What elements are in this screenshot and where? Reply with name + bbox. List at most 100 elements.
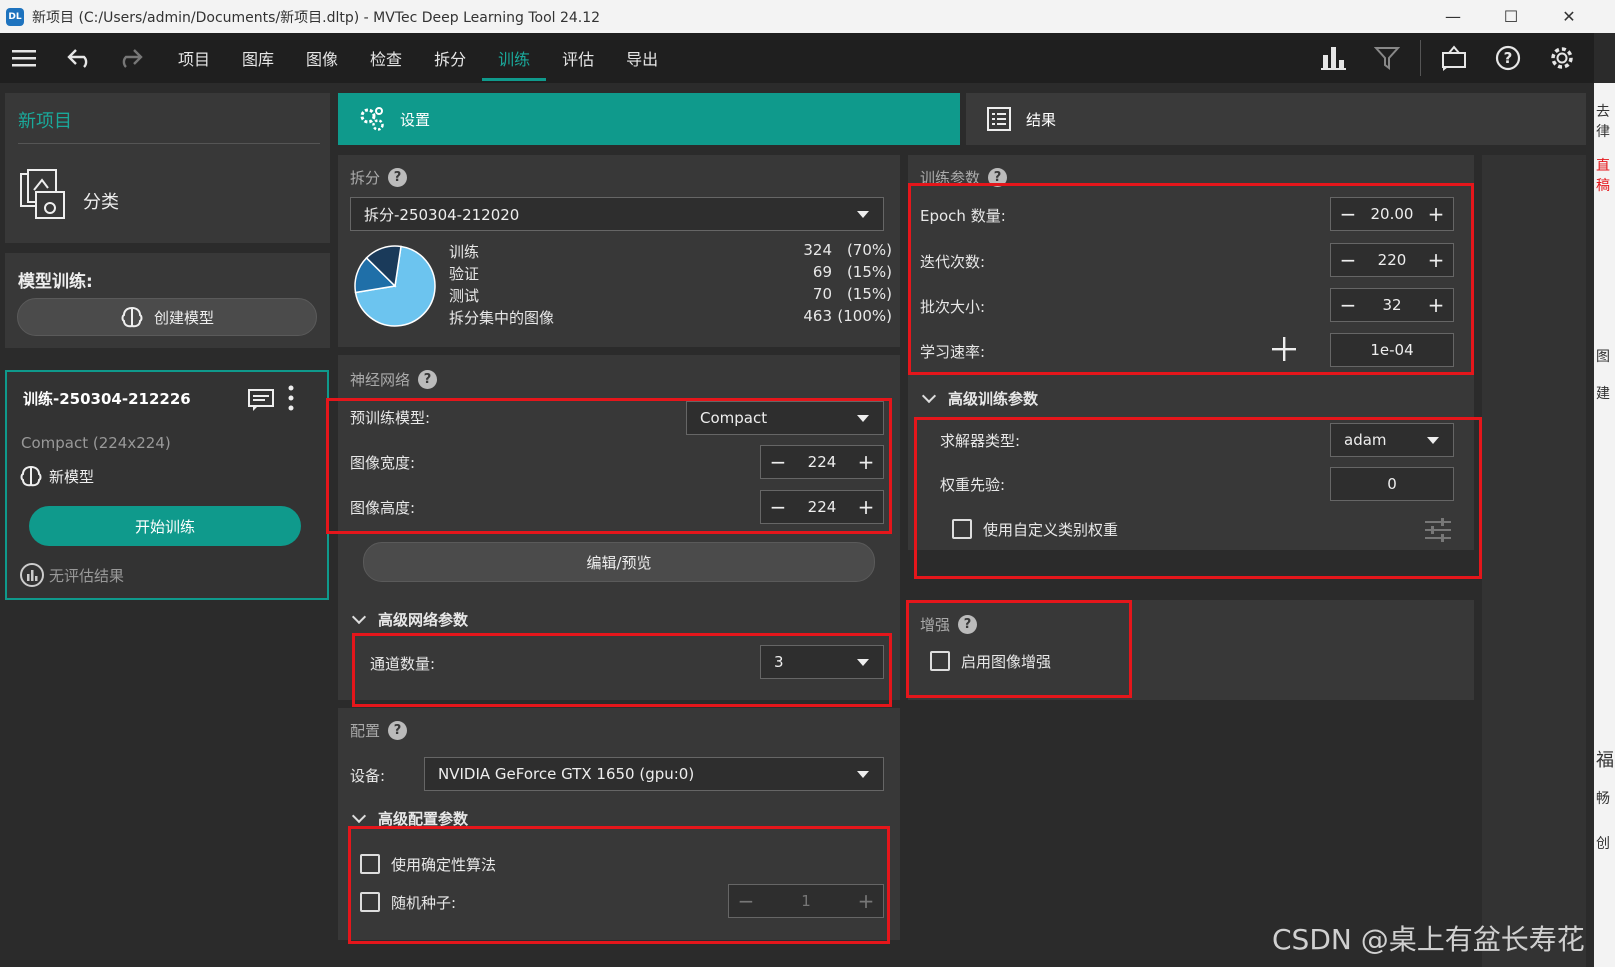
edge-text-7: 创	[1596, 836, 1610, 852]
create-model-button[interactable]: 创建模型	[17, 298, 317, 336]
device-select[interactable]: NVIDIA GeForce GTX 1650 (gpu:0)	[424, 757, 884, 791]
minus-icon[interactable]: −	[1331, 289, 1365, 321]
chevron-down-icon	[921, 388, 937, 404]
split-val-pct: (15%)	[846, 263, 892, 281]
menu-gallery[interactable]: 图库	[226, 33, 290, 83]
filter-icon[interactable]	[1369, 40, 1405, 76]
list-icon	[986, 106, 1012, 132]
menu-project[interactable]: 项目	[162, 33, 226, 83]
channels-label: 通道数量:	[370, 655, 436, 673]
pretrained-select[interactable]: Compact	[686, 401, 884, 435]
project-box: 新项目 分类	[5, 93, 330, 243]
redo-icon[interactable]	[112, 40, 148, 76]
project-name[interactable]: 新项目	[18, 107, 72, 133]
augmentation-title: 增强	[920, 616, 951, 634]
iterations-stepper[interactable]: − 220 +	[1330, 243, 1454, 277]
add-schedule-icon[interactable]	[1270, 335, 1298, 367]
menu-inspect[interactable]: 检查	[354, 33, 418, 83]
undo-icon[interactable]	[62, 40, 98, 76]
help-icon[interactable]: ?	[958, 615, 978, 634]
advanced-config-expander[interactable]: 高级配置参数	[350, 808, 468, 829]
epoch-value[interactable]: 20.00	[1365, 205, 1419, 223]
batch-size-stepper[interactable]: − 32 +	[1330, 288, 1454, 322]
more-options-icon[interactable]	[287, 384, 295, 416]
help-icon[interactable]: ?	[388, 168, 408, 187]
advanced-network-expander[interactable]: 高级网络参数	[350, 609, 468, 630]
run-name: 训练-250304-212226	[23, 390, 191, 408]
toolbar-right: ?	[1306, 33, 1594, 83]
weight-prior-input[interactable]: 0	[1330, 467, 1454, 501]
chevron-down-icon	[351, 808, 367, 824]
image-augmentation-checkbox[interactable]	[930, 651, 950, 671]
device-value: NVIDIA GeForce GTX 1650 (gpu:0)	[438, 765, 695, 783]
epoch-stepper[interactable]: − 20.00 +	[1330, 197, 1454, 231]
height-value[interactable]: 224	[795, 498, 849, 516]
minus-icon[interactable]: −	[761, 491, 795, 523]
plus-icon[interactable]: +	[849, 885, 883, 917]
edge-text-3: 图	[1596, 349, 1610, 365]
solver-select[interactable]: adam	[1330, 423, 1454, 457]
height-stepper[interactable]: − 224 +	[760, 490, 884, 524]
learning-rate-input[interactable]: 1e-04	[1330, 333, 1454, 367]
split-total-count: 463	[803, 307, 832, 325]
device-label: 设备:	[350, 767, 386, 785]
help-icon[interactable]: ?	[418, 370, 438, 389]
edit-preview-button[interactable]: 编辑/预览	[363, 542, 875, 582]
split-train-label: 训练	[449, 243, 480, 261]
comment-icon[interactable]	[247, 388, 275, 416]
minimize-button[interactable]: —	[1424, 0, 1482, 33]
custom-class-weights-checkbox[interactable]	[952, 519, 972, 539]
main-menubar: 项目 图库 图像 检查 拆分 训练 评估 导出 ?	[0, 33, 1594, 83]
gear-icon[interactable]	[1544, 40, 1580, 76]
minus-icon[interactable]: −	[729, 885, 763, 917]
plus-icon[interactable]: +	[1419, 289, 1453, 321]
split-select[interactable]: 拆分-250304-212020	[350, 197, 884, 231]
random-seed-value[interactable]: 1	[763, 892, 849, 910]
menu-export[interactable]: 导出	[610, 33, 674, 83]
height-label: 图像高度:	[350, 499, 416, 517]
training-run-card[interactable]: 训练-250304-212226 Compact (224x224) 新模型 开…	[5, 370, 329, 600]
minus-icon[interactable]: −	[1331, 198, 1365, 230]
channels-value: 3	[774, 653, 784, 671]
deterministic-checkbox[interactable]	[360, 854, 380, 874]
plus-icon[interactable]: +	[849, 491, 883, 523]
split-test-count: 70	[812, 285, 832, 303]
chevron-down-icon	[857, 211, 869, 218]
gears-icon	[358, 105, 386, 133]
close-button[interactable]: ✕	[1540, 0, 1598, 33]
plus-icon[interactable]: +	[1419, 244, 1453, 276]
batch-size-value[interactable]: 32	[1365, 296, 1419, 314]
channels-select[interactable]: 3	[760, 645, 884, 679]
iterations-value[interactable]: 220	[1365, 251, 1419, 269]
tab-results[interactable]: 结果	[966, 93, 1586, 145]
plus-icon[interactable]: +	[1419, 198, 1453, 230]
deterministic-label: 使用确定性算法	[391, 856, 497, 874]
start-training-button[interactable]: 开始训练	[29, 506, 301, 546]
width-stepper[interactable]: − 224 +	[760, 445, 884, 479]
random-seed-checkbox[interactable]	[360, 892, 380, 912]
menu-split[interactable]: 拆分	[418, 33, 482, 83]
plus-icon[interactable]: +	[849, 446, 883, 478]
advanced-network-title: 高级网络参数	[378, 611, 469, 629]
split-train-pct: (70%)	[846, 241, 892, 259]
width-value[interactable]: 224	[795, 453, 849, 471]
tab-settings[interactable]: 设置	[338, 93, 960, 145]
menu-train[interactable]: 训练	[482, 33, 547, 83]
help-icon[interactable]: ?	[388, 721, 408, 740]
minus-icon[interactable]: −	[761, 446, 795, 478]
app-logo-icon: DL	[6, 7, 24, 26]
random-seed-stepper[interactable]: − 1 +	[728, 884, 884, 918]
sliders-icon[interactable]	[1424, 517, 1452, 547]
hamburger-menu-icon[interactable]	[6, 40, 42, 76]
help-icon[interactable]: ?	[1490, 40, 1526, 76]
minus-icon[interactable]: −	[1331, 244, 1365, 276]
feedback-icon[interactable]	[1436, 40, 1472, 76]
split-total-pct: (100%)	[837, 307, 892, 325]
menu-images[interactable]: 图像	[290, 33, 354, 83]
bar-chart-icon[interactable]	[1315, 40, 1351, 76]
help-icon[interactable]: ?	[988, 168, 1008, 187]
advanced-training-expander[interactable]: 高级训练参数	[920, 388, 1038, 409]
maximize-button[interactable]: ☐	[1482, 0, 1540, 33]
menu-evaluate[interactable]: 评估	[546, 33, 610, 83]
edge-text-2: 直稿	[1596, 158, 1610, 194]
